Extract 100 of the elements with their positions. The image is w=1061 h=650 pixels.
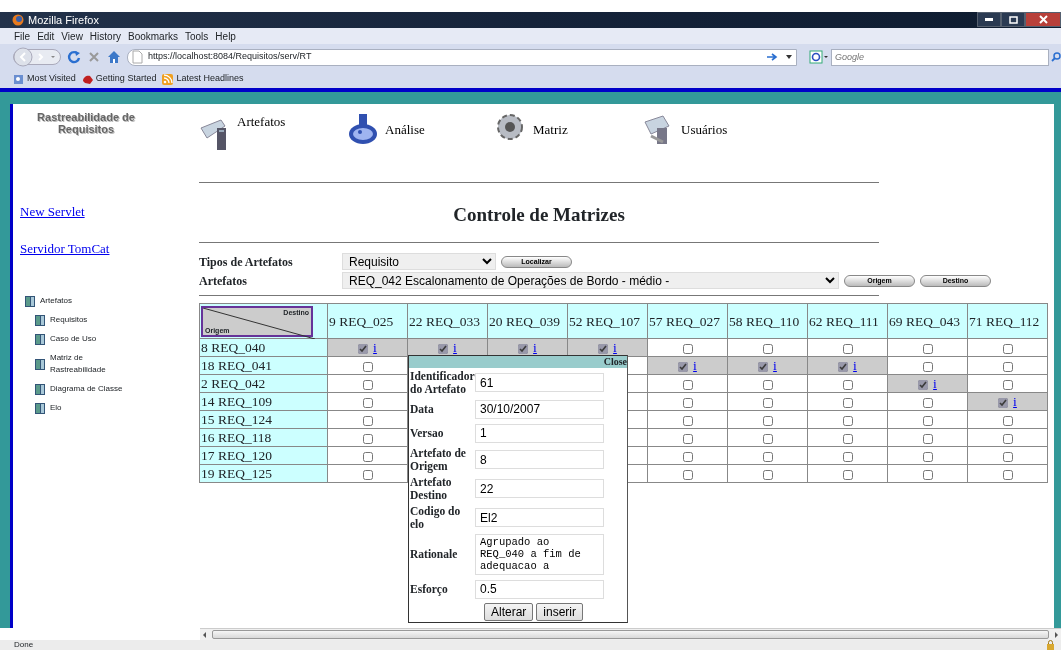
checkbox[interactable] — [762, 397, 773, 408]
menu-item[interactable]: Bookmarks — [128, 28, 178, 44]
checkbox[interactable] — [1002, 415, 1013, 426]
checkbox[interactable] — [598, 343, 609, 354]
checkbox[interactable] — [842, 433, 853, 444]
checkbox[interactable] — [918, 379, 929, 390]
checkbox[interactable] — [762, 343, 773, 354]
checkbox[interactable] — [998, 397, 1009, 408]
info-link[interactable]: i — [773, 358, 777, 373]
input-field[interactable]: 0.5 — [475, 579, 604, 599]
input-field[interactable]: 30/10/2007 — [475, 399, 604, 419]
info-link[interactable]: i — [1013, 394, 1017, 409]
checkbox[interactable] — [362, 469, 373, 480]
checkbox[interactable] — [922, 451, 933, 462]
nav-link[interactable]: Artefatos — [237, 112, 286, 182]
restore-icon[interactable] — [1008, 15, 1018, 24]
info-link[interactable]: i — [853, 358, 857, 373]
reload-icon[interactable] — [67, 50, 81, 64]
menu-item[interactable]: File — [14, 28, 31, 44]
checkbox[interactable] — [362, 397, 373, 408]
artifact-type-select[interactable]: Requisito — [342, 253, 496, 270]
info-link[interactable]: i — [613, 340, 617, 355]
minimize-button[interactable] — [977, 12, 1001, 27]
checkbox[interactable] — [1002, 361, 1013, 372]
info-link[interactable]: i — [373, 340, 377, 355]
computer-icon[interactable] — [199, 116, 229, 150]
input-field[interactable]: 61 — [475, 373, 604, 392]
checkbox[interactable] — [1002, 451, 1013, 462]
checkbox[interactable] — [762, 451, 773, 462]
menu-item[interactable]: View — [61, 28, 83, 44]
form-button[interactable]: Alterar — [484, 603, 534, 621]
bookmark-link[interactable]: Latest Headlines — [176, 72, 244, 86]
info-link[interactable]: i — [453, 340, 457, 355]
nav-link[interactable]: Matriz — [533, 120, 568, 182]
tree-item[interactable]: Diagrama de Classe — [50, 383, 123, 395]
checkbox[interactable] — [758, 361, 769, 372]
checkbox[interactable] — [438, 343, 449, 354]
checkbox[interactable] — [682, 397, 693, 408]
close-link[interactable]: Close — [603, 356, 627, 367]
artifact-select[interactable]: REQ_042 Escalonamento de Operações de Bordo - médio - — [342, 272, 839, 289]
checkbox[interactable] — [362, 379, 373, 390]
address-bar[interactable]: https://localhost:8084/Requisitos/serv/RT — [127, 48, 797, 66]
checkbox[interactable] — [518, 343, 529, 354]
menu-item[interactable]: Edit — [37, 28, 55, 44]
input-field[interactable]: 22 — [475, 479, 604, 498]
input-field[interactable]: 8 — [475, 450, 604, 469]
checkbox[interactable] — [842, 469, 853, 480]
form-button[interactable]: inserir — [536, 603, 583, 621]
checkbox[interactable] — [1002, 433, 1013, 444]
checkbox[interactable] — [358, 343, 369, 354]
search-icon[interactable] — [1051, 52, 1061, 62]
checkbox[interactable] — [682, 415, 693, 426]
checkbox[interactable] — [922, 361, 933, 372]
menu-item[interactable]: Help — [215, 28, 236, 44]
info-link[interactable]: i — [933, 376, 937, 391]
restore-button[interactable] — [1001, 12, 1025, 27]
nav-link[interactable]: Usuários — [681, 120, 728, 182]
checkbox[interactable] — [1002, 469, 1013, 480]
checkbox[interactable] — [842, 451, 853, 462]
info-link[interactable]: i — [533, 340, 537, 355]
checkbox[interactable] — [762, 415, 773, 426]
checkbox[interactable] — [842, 397, 853, 408]
search-engine-icon[interactable] — [809, 50, 829, 64]
checkbox[interactable] — [762, 469, 773, 480]
checkbox[interactable] — [362, 433, 373, 444]
input-field[interactable]: 1 — [475, 423, 604, 443]
checkbox[interactable] — [682, 433, 693, 444]
checkbox[interactable] — [1002, 379, 1013, 390]
tree-item[interactable]: Requisitos — [50, 314, 88, 326]
tree-item[interactable]: Matriz de Rastreabilidade — [50, 352, 110, 376]
input-field[interactable]: El2 — [475, 508, 604, 527]
checkbox[interactable] — [922, 415, 933, 426]
flask-icon[interactable] — [347, 112, 377, 146]
checkbox[interactable] — [682, 451, 693, 462]
checkbox[interactable] — [682, 379, 693, 390]
info-link[interactable]: i — [693, 358, 697, 373]
close-icon[interactable] — [1038, 15, 1048, 24]
checkbox[interactable] — [362, 451, 373, 462]
sidebar-link[interactable]: New Servlet — [20, 204, 85, 220]
menu-item[interactable]: History — [89, 28, 121, 44]
checkbox[interactable] — [922, 433, 933, 444]
checkbox[interactable] — [1002, 343, 1013, 354]
checkbox[interactable] — [682, 343, 693, 354]
checkbox[interactable] — [838, 361, 849, 372]
bookmark-link[interactable]: Getting Started — [95, 72, 157, 86]
checkbox[interactable] — [842, 343, 853, 354]
text-area[interactable]: Agrupado ao REQ_040 a fim de adequacao a — [475, 534, 604, 575]
menu-item[interactable]: Tools — [185, 28, 209, 44]
checkbox[interactable] — [842, 379, 853, 390]
tree-item[interactable]: Artefatos — [40, 295, 72, 307]
go-arrow-icon[interactable] — [766, 52, 778, 62]
tree-item[interactable]: Elo — [50, 402, 62, 414]
tree-item[interactable]: Caso de Uso — [50, 333, 97, 345]
checkbox[interactable] — [922, 343, 933, 354]
search-field[interactable]: Google — [831, 48, 1049, 66]
nav-link[interactable]: Análise — [385, 120, 425, 182]
checkbox[interactable] — [362, 361, 373, 372]
dropdown-arrow-icon[interactable] — [786, 55, 792, 59]
checkbox[interactable] — [678, 361, 689, 372]
checkbox[interactable] — [842, 415, 853, 426]
